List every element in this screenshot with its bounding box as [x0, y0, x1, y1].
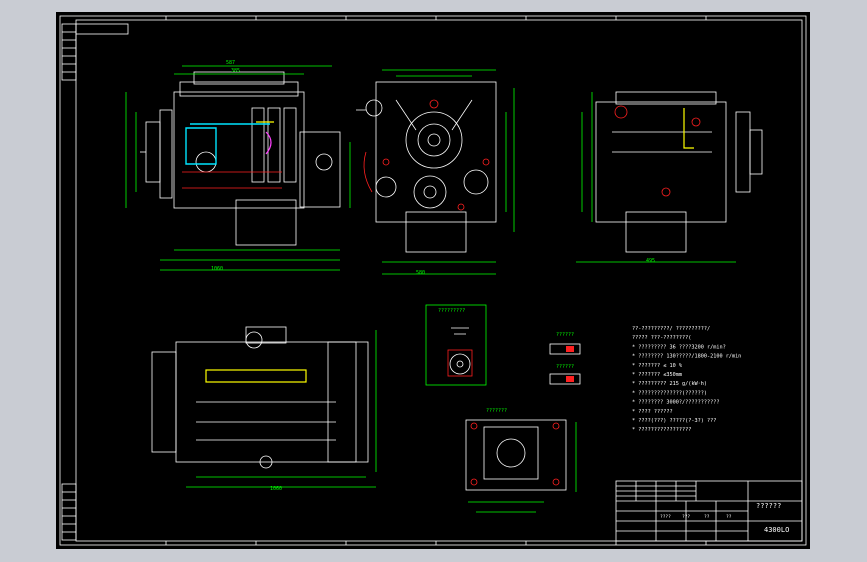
side-view: 580 — [356, 69, 515, 276]
scale-cell: ?? — [726, 514, 732, 520]
dim-front-sub1: 587 — [226, 60, 235, 66]
zone-ticks-top — [165, 16, 707, 20]
detail-b-title: ??????? — [486, 408, 507, 414]
cad-viewport[interactable]: 1060 587 385 580 495 1060 ????????? ????… — [56, 12, 810, 549]
detail-a: ????????? — [425, 304, 487, 386]
detail-a-title: ????????? — [438, 308, 465, 314]
title-block: ?????? 4300LO ??????????? — [615, 480, 803, 542]
note-line: * ??????????????(??????) — [632, 390, 707, 396]
label-right-2: ?????? — [556, 364, 574, 370]
front-view: 1060 587 385 — [125, 60, 351, 272]
note-line: * ????????? 36 ????3200 r/min? — [632, 344, 726, 350]
label-right-1: ?????? — [556, 332, 574, 338]
top-view: 1060 — [151, 326, 377, 492]
drawing-name: ?????? — [756, 502, 781, 510]
dim-front-total: 1060 — [211, 266, 223, 272]
note-line: * ???????? 3000?/??????????? — [632, 400, 719, 406]
note-line: * ????????????????? — [632, 427, 691, 433]
note-line: * ????(???) ?????(?-3?) ??? — [632, 418, 716, 424]
drawing-code: 4300LO — [764, 526, 789, 534]
scale-cell: ???? — [660, 514, 671, 520]
inner-border — [75, 19, 803, 542]
note-line: * ???? ?????? — [632, 409, 673, 415]
note-line: * ??????? ≤ 10 % — [632, 363, 683, 369]
dim-rear-total: 495 — [646, 258, 655, 264]
detail-b: ??????? — [465, 408, 577, 513]
dim-side-width: 580 — [416, 270, 425, 276]
scale-cell: ?? — [704, 514, 710, 520]
scale-cell: ??? — [682, 514, 690, 520]
left-revision-strip — [61, 23, 129, 541]
note-line: ????? ???-????????( — [632, 335, 691, 341]
dim-front-sub2: 385 — [231, 68, 240, 74]
note-line: ??-?????????/ ??????????/ — [632, 326, 710, 332]
engine-drawing-sheet: 1060 587 385 580 495 1060 ????????? ????… — [59, 15, 807, 546]
zone-ticks-bottom — [165, 541, 707, 545]
rear-view: 495 — [576, 91, 763, 264]
note-line: * ??????? ≤350mm — [632, 372, 682, 378]
right-labels: ?????? ?????? — [549, 332, 581, 385]
scale-row: ??????????? — [660, 514, 732, 520]
note-line: * ???????? 130?????/1800-2100 r/min — [632, 354, 741, 360]
dim-top-total: 1060 — [270, 486, 282, 492]
technical-notes: ??-?????????/ ??????????/ ????? ???-?????… — [632, 326, 741, 433]
note-line: * ????????? 215 g/(kW·h) — [632, 381, 707, 387]
outer-border — [59, 15, 807, 546]
